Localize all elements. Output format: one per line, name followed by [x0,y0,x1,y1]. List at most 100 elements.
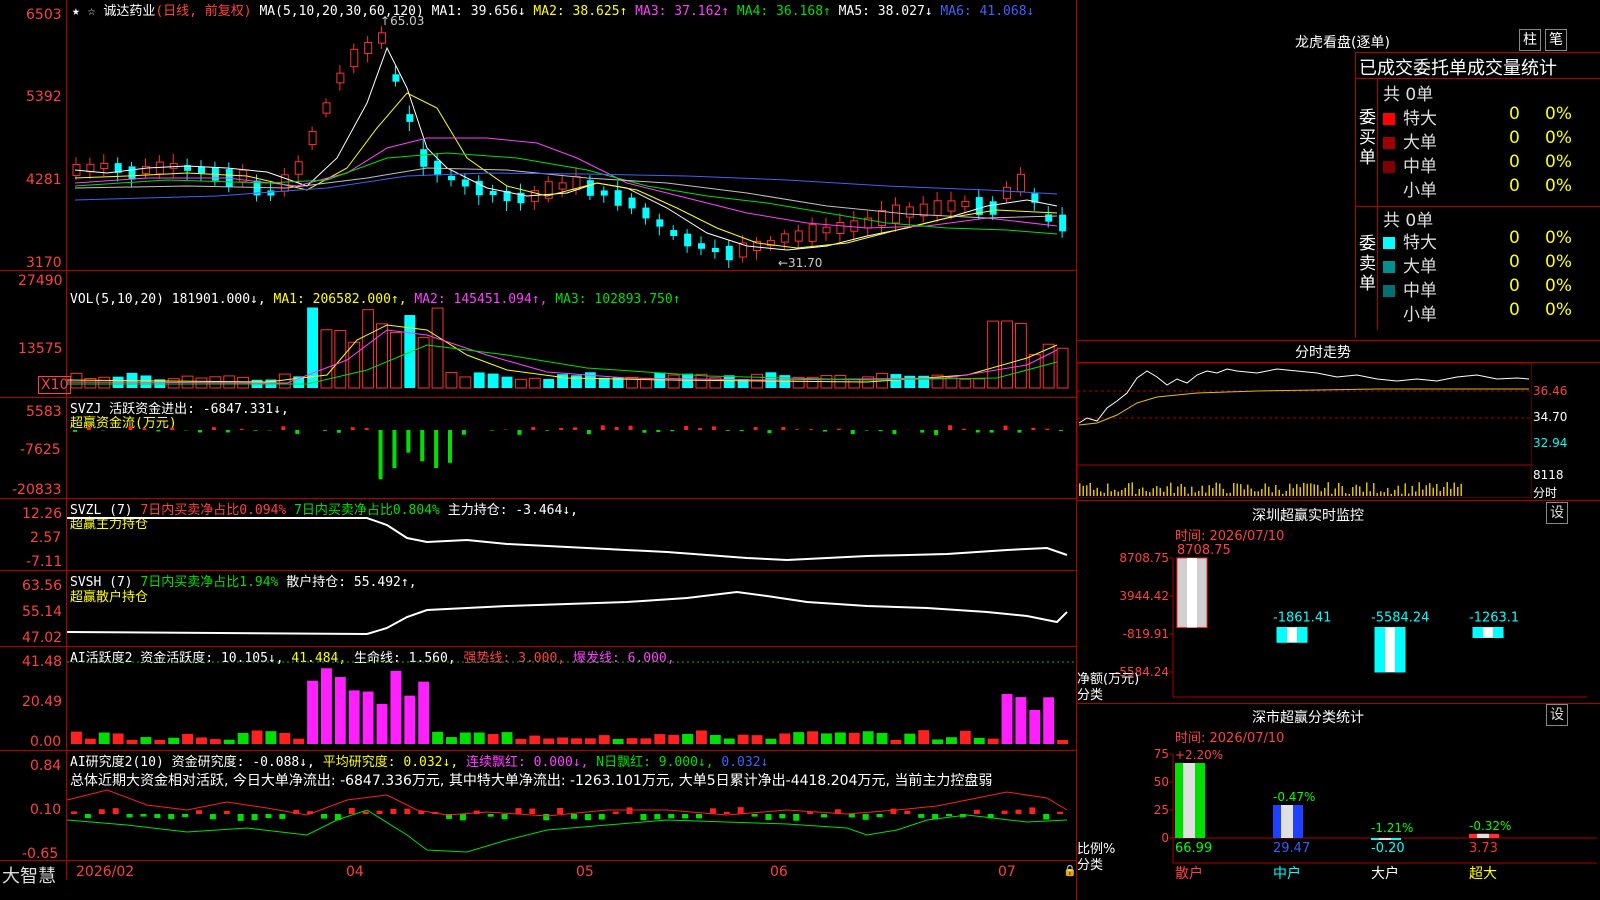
research-bar [112,808,119,814]
activity-bar [279,732,291,744]
stock-name[interactable]: 诚达药业 [103,4,155,19]
y-tick: 0.10 [30,802,62,818]
flow-bar [628,425,633,430]
activity-bar [265,731,277,744]
intraday-volume-bar [1303,482,1305,496]
tab-bar-view[interactable]: 柱 [1519,29,1541,51]
activity-bar [321,668,332,744]
intraday-volume-bar [1408,493,1410,496]
intraday-volume-bar [1341,486,1343,496]
intraday-title: 分时走势 [1295,345,1351,361]
activity-bar [807,731,818,744]
candle-down [461,179,469,187]
flow-bar [642,430,647,433]
intraday-volume-bar [1422,489,1424,496]
intraday-volume-bar [1170,482,1172,496]
ai-research-chart[interactable] [67,780,1075,860]
activity-bar [696,730,707,744]
divider [0,860,1076,861]
intraday-volume-bar [1390,493,1392,496]
classify-bar-chart[interactable]: 75 50 25 0 +2.20% 66.99 散户 -0.47% 29.47 中户 -1.21% -… [1077,742,1600,900]
flow-bar [698,428,702,430]
volume-bar [1056,347,1069,389]
flow-bar [406,430,411,453]
volume-bar [792,376,805,389]
period-label: (日线, 前复权) [155,4,252,19]
candle-up [86,163,95,173]
intraday-volume-bar [1229,492,1231,496]
classify-settings-button[interactable]: 设 [1546,704,1568,726]
tab-tick-view[interactable]: 笔 [1545,29,1567,51]
buy-total: 共 0单 [1383,85,1434,105]
order-count: 0 [1509,152,1520,172]
activity-bar [973,737,985,744]
research-bar [515,808,522,814]
ai-active-chart[interactable] [67,660,1075,750]
research-bar [1001,810,1008,814]
buy-row-中单: 中单 [1383,152,1437,177]
bookmark-icon[interactable]: ☆ [88,4,96,19]
order-size-label: 大单 [1403,257,1437,277]
activity-bar [1029,709,1041,744]
change-label: -0.32% [1469,819,1511,833]
intraday-volume-bar [1152,488,1154,496]
flow-bar [961,428,966,430]
y-tick: 12.26 [22,506,63,522]
svsh-chart[interactable] [67,572,1075,646]
candle-up [947,200,956,212]
kline-chart[interactable] [67,18,1075,268]
research-bar [376,810,383,814]
date-tick: 2026/02 [76,864,135,880]
flow-bar [892,430,897,435]
activity-bar [293,738,305,744]
classify-bar-highlight [1477,833,1489,838]
intraday-chart[interactable] [1077,363,1532,498]
monitor-settings-button[interactable]: 设 [1546,502,1568,524]
research-bar [251,814,258,821]
intraday-volume-bar [1247,484,1249,496]
candle-down [600,190,608,196]
flow-bar [795,429,800,430]
intraday-volume-bar [1334,488,1336,496]
research-bar [821,814,827,818]
volume-bar [723,375,735,388]
volume-bar [848,378,861,389]
category-label: 大户 [1371,865,1399,882]
buy-side-label: 委买单 [1359,108,1376,168]
vol-chart[interactable] [67,300,1075,397]
star-icon[interactable]: ★ [72,4,80,19]
intraday-volume-bar [1138,488,1140,496]
svzl-chart[interactable] [67,500,1075,570]
activity-bar [515,738,527,744]
research-bar [265,814,272,819]
divider [1077,703,1600,704]
activity-bar [959,730,971,744]
activity-bar [932,739,943,744]
intraday-volume-bar [1394,489,1396,496]
main-chart-area[interactable]: ★ ☆ 诚达药业(日线, 前复权) MA(5,10,20,30,60,120) … [0,0,1077,900]
ai-research-header: AI研究度2(10) 资金研究度: -0.088↓, 平均研究度: 0.032↓… [70,755,769,770]
svzj-chart[interactable] [67,400,1075,497]
flow-bar [948,425,952,430]
monitor-bar-highlight [1483,627,1493,638]
activity-bar [112,733,124,744]
flow-bar [170,427,175,430]
activity-bar [487,734,499,744]
flow-bar [920,430,925,433]
candle-up [350,48,359,68]
candle-down [406,114,414,122]
monitor-bar-chart[interactable]: 8708.753944.42-819.91-5584.248708.75散户-1… [1077,540,1600,700]
activity-bar [821,733,832,744]
volume-bar [571,375,582,388]
bar-value-label: -5584.24 [1371,610,1429,625]
order-count: 0 [1509,228,1520,248]
y-tick: 5392 [26,89,62,105]
candle-up [558,182,567,190]
research-bar [196,810,202,814]
lock-icon[interactable]: 🔒 [1063,864,1077,877]
research-bar [126,814,133,818]
research-bar [765,814,772,820]
activity-bar [432,731,443,744]
y-tick: 55.14 [22,604,63,620]
stat-title: 已成交委托单成交量统计 [1359,58,1557,79]
